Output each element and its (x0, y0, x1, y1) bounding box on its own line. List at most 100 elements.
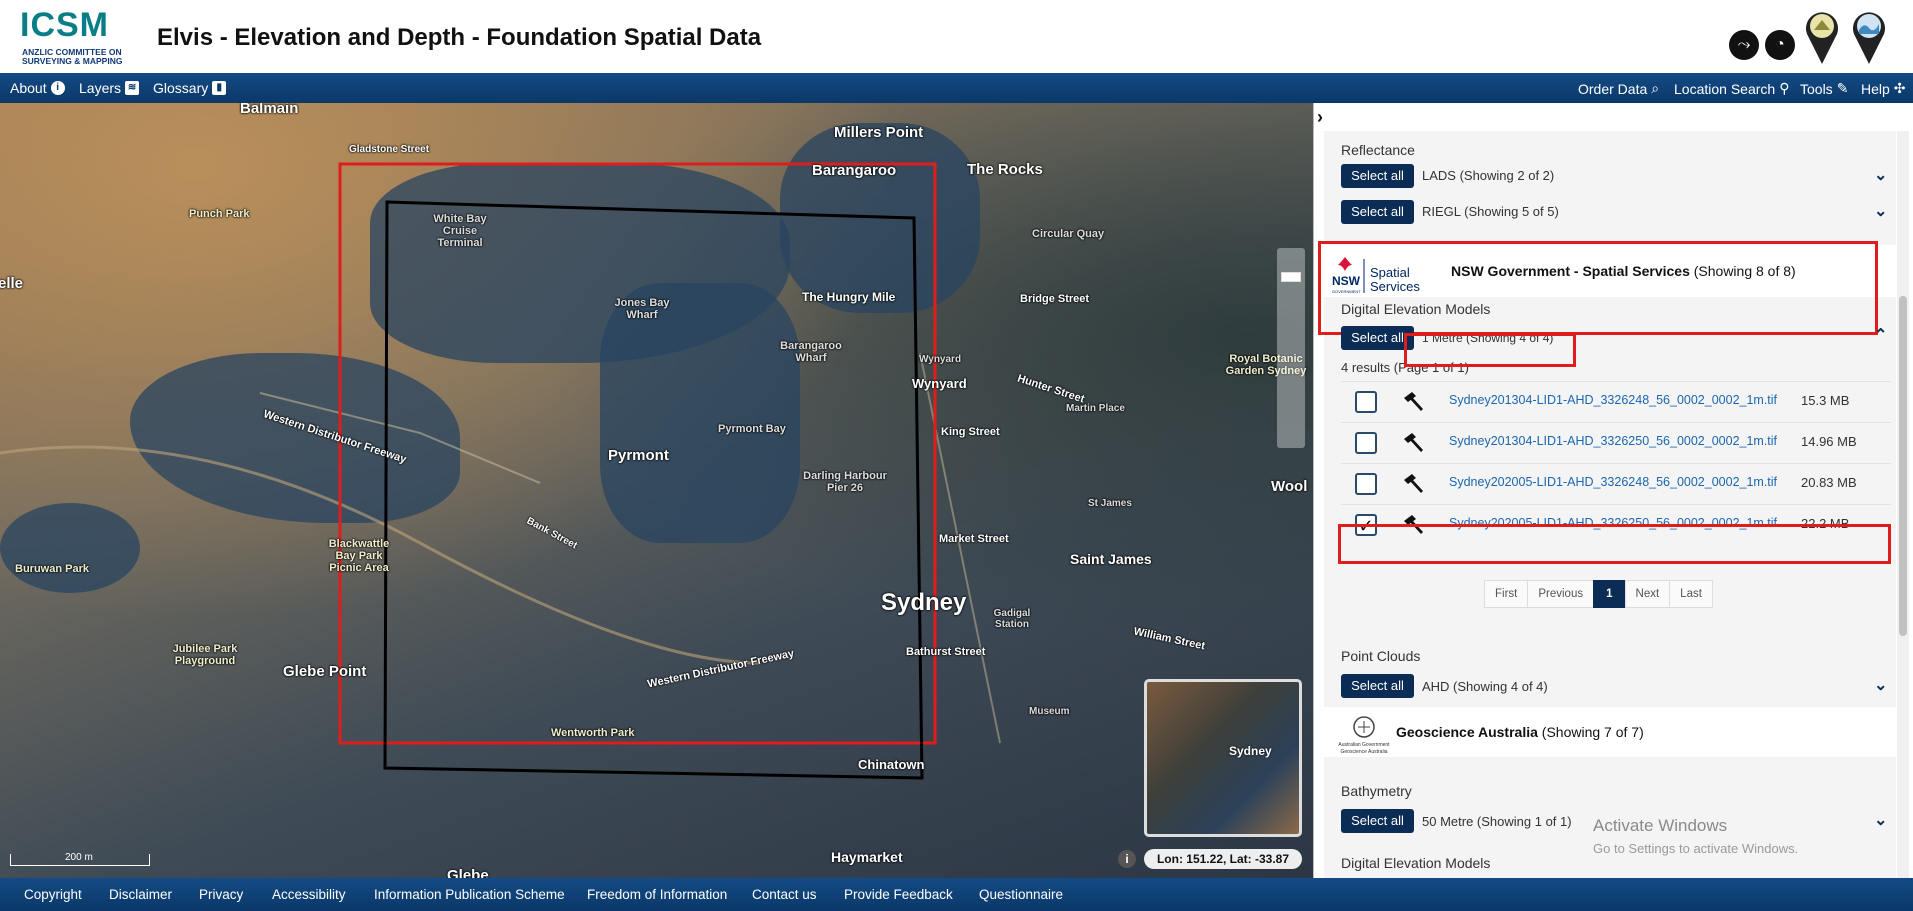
nav-about[interactable]: About i (10, 80, 65, 96)
nav-tools-label: Tools (1800, 80, 1833, 97)
result-checkbox[interactable] (1355, 391, 1377, 413)
scale-bar: 200 m (10, 852, 150, 866)
file-download-link[interactable]: Sydney201304-LID1-AHD_3326250_56_0002_00… (1449, 434, 1777, 448)
tool-hammer-icon[interactable] (1401, 390, 1425, 414)
australian-government-crest-icon: Australian Government Geoscience Austral… (1338, 716, 1390, 755)
bathymetry-pin-icon[interactable] (1849, 6, 1889, 66)
dataset-label: LADS (Showing 2 of 2) (1422, 168, 1555, 183)
chevron-down-icon[interactable]: ⌄ (1874, 165, 1887, 185)
select-all-button[interactable]: Select all (1341, 674, 1414, 698)
chevron-down-icon[interactable]: ⌄ (1874, 810, 1887, 830)
footer-link-disclaimer[interactable]: Disclaimer (109, 887, 172, 902)
zoom-slider-handle[interactable] (1281, 272, 1301, 282)
table-row: Sydney201304-LID1-AHD_3326250_56_0002_00… (1341, 422, 1891, 462)
pager-next[interactable]: Next (1624, 580, 1671, 608)
section-title-dem-ga: Digital Elevation Models (1341, 855, 1491, 871)
footer-link-copyright[interactable]: Copyright (24, 887, 82, 902)
map-label: Barangaroo (812, 162, 897, 179)
result-checkbox[interactable] (1355, 473, 1377, 495)
app-title: Elvis - Elevation and Depth - Foundation… (157, 24, 762, 51)
file-size: 20.83 MB (1801, 475, 1857, 490)
overview-minimap[interactable]: Sydney (1144, 679, 1302, 837)
nav-order-data[interactable]: Order Data ⌕ (1578, 80, 1659, 97)
table-row: Sydney201304-LID1-AHD_3326248_56_0002_00… (1341, 381, 1891, 421)
search-icon: ⌕ (1651, 80, 1660, 96)
header: ICSM ANZLIC COMMITTEE ON SURVEYING & MAP… (0, 0, 1913, 73)
provider-title: Geoscience Australia (Showing 7 of 7) (1396, 724, 1644, 740)
nav-help[interactable]: Help ✣ (1861, 80, 1906, 97)
nav-about-label: About (10, 80, 47, 96)
map-label: Balmain (240, 103, 299, 117)
footer-link-contact[interactable]: Contact us (752, 887, 817, 902)
nav-layers-label: Layers (79, 80, 122, 96)
map-label: Pyrmont (608, 447, 669, 464)
section-title-point-clouds: Point Clouds (1341, 648, 1421, 664)
map-label: Martin Place (1066, 403, 1125, 414)
elevation-pin-icon[interactable] (1802, 6, 1842, 66)
map-label: King Street (941, 426, 1000, 438)
select-all-button[interactable]: Select all (1341, 200, 1414, 224)
share-icon[interactable]: ⤳ (1729, 30, 1759, 60)
info-icon[interactable]: i (1118, 850, 1136, 868)
nav-location-search[interactable]: Location Search ⚲ (1674, 80, 1789, 97)
map-view[interactable]: Balmain Millers Point Barangaroo The Roc… (0, 103, 1313, 878)
app-root: ICSM ANZLIC COMMITTEE ON SURVEYING & MAP… (0, 0, 1913, 911)
nav-location-search-label: Location Search (1674, 80, 1776, 97)
map-label: Bridge Street (1020, 293, 1090, 305)
pager-last[interactable]: Last (1669, 580, 1713, 608)
file-download-link[interactable]: Sydney202005-LID1-AHD_3326248_56_0002_00… (1449, 475, 1777, 489)
result-checkbox[interactable] (1355, 432, 1377, 454)
scrollbar-thumb[interactable] (1899, 296, 1907, 636)
map-label: Millers Point (834, 124, 924, 141)
map-label: White Bay Cruise Terminal (433, 213, 487, 249)
nav-bar: About i Layers ≋ Glossary ▮ Order Data ⌕… (0, 73, 1913, 103)
highlight-box (1338, 524, 1891, 564)
icsm-logo[interactable]: ICSM ANZLIC COMMITTEE ON SURVEYING & MAP… (20, 6, 132, 68)
tool-hammer-icon[interactable] (1401, 472, 1425, 496)
pager-previous[interactable]: Previous (1527, 580, 1595, 608)
logo-subtitle: ANZLIC COMMITTEE ON SURVEYING & MAPPING (22, 47, 123, 66)
dataset-label: AHD (Showing 4 of 4) (1422, 679, 1548, 694)
info-icon: i (50, 81, 65, 95)
tool-hammer-icon[interactable] (1401, 431, 1425, 455)
nav-glossary-label: Glossary (153, 80, 209, 96)
chevron-down-icon[interactable]: ⌄ (1874, 201, 1887, 221)
footer-link-feedback[interactable]: Provide Feedback (844, 887, 953, 902)
footer: Copyright Disclaimer Privacy Accessibili… (0, 878, 1913, 911)
nav-layers[interactable]: Layers ≋ (79, 80, 140, 96)
logo-word: ICSM (20, 6, 109, 44)
map-label: Market Street (939, 533, 1009, 545)
chevron-down-icon[interactable]: ⌄ (1874, 675, 1887, 695)
footer-link-ips[interactable]: Information Publication Scheme (374, 887, 565, 902)
file-download-link[interactable]: Sydney201304-LID1-AHD_3326248_56_0002_00… (1449, 393, 1777, 407)
panel-scrollbar[interactable] (1897, 131, 1909, 878)
pager-first[interactable]: First (1484, 580, 1529, 608)
map-label: Wentworth Park (551, 727, 635, 739)
aperture-icon[interactable]: ◔ (1765, 30, 1795, 60)
footer-link-privacy[interactable]: Privacy (199, 887, 243, 902)
minimap-label: Sydney (1229, 744, 1272, 758)
table-row: Sydney202005-LID1-AHD_3326248_56_0002_00… (1341, 463, 1891, 503)
pencil-icon: ✎ (1836, 80, 1849, 96)
nav-glossary[interactable]: Glossary ▮ (153, 80, 227, 96)
select-all-button[interactable]: Select all (1341, 164, 1414, 188)
chevron-up-icon[interactable]: ⌃ (1874, 325, 1887, 345)
coordinate-readout: Lon: 151.22, Lat: -33.87 (1144, 849, 1302, 869)
section-title-bathymetry: Bathymetry (1341, 783, 1412, 799)
footer-link-questionnaire[interactable]: Questionnaire (979, 887, 1063, 902)
footer-link-foi[interactable]: Freedom of Information (587, 887, 727, 902)
help-icon: ✣ (1893, 80, 1906, 96)
collapse-panel-chevron-icon[interactable]: › (1317, 107, 1323, 128)
section-title-dem: Digital Elevation Models (1341, 301, 1491, 317)
footer-link-accessibility[interactable]: Accessibility (272, 887, 346, 902)
layers-icon: ≋ (125, 81, 140, 95)
nav-help-label: Help (1861, 80, 1890, 97)
map-label: Jones Bay Wharf (614, 297, 670, 321)
pager-current[interactable]: 1 (1593, 580, 1626, 608)
zoom-slider[interactable] (1277, 248, 1305, 448)
map-label: Glebe Point (283, 663, 367, 680)
map-pin-icon: ⚲ (1779, 80, 1790, 96)
select-all-button[interactable]: Select all (1341, 809, 1414, 833)
nav-tools[interactable]: Tools ✎ (1800, 80, 1848, 97)
map-label: St James (1088, 498, 1132, 509)
